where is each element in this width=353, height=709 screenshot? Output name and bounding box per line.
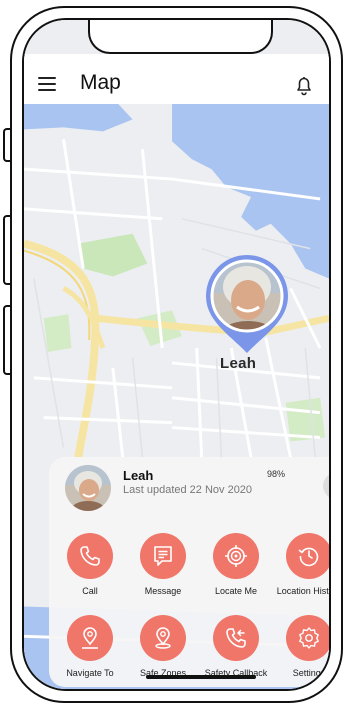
call-button[interactable]: Call (55, 533, 125, 597)
navigate-to-button[interactable]: Navigate To (55, 615, 125, 679)
target-icon (225, 545, 247, 567)
navigate-to-label: Navigate To (66, 668, 114, 678)
call-label: Call (82, 586, 98, 596)
gear-icon (299, 627, 319, 649)
phone-frame: Map Leah Leah Last updated 22 Nov 2020 9… (10, 6, 343, 703)
person-info-card: Leah Last updated 22 Nov 2020 98% Call M… (49, 457, 331, 687)
hamburger-menu-icon[interactable] (38, 77, 56, 91)
message-label: Message (144, 586, 182, 596)
history-icon (298, 547, 319, 567)
phone-icon (80, 546, 100, 566)
safety-callback-button[interactable]: Safety Callback (201, 615, 271, 679)
location-history-label: Location History (276, 586, 329, 596)
battery-status: 98% (267, 469, 285, 479)
battery-percent: 98% (267, 469, 286, 479)
settings-button[interactable]: Settings (274, 615, 329, 679)
app-screen: Map Leah Leah Last updated 22 Nov 2020 9… (22, 18, 331, 691)
safe-zone-pin-icon (155, 627, 171, 649)
location-pin[interactable] (204, 253, 290, 363)
message-button[interactable]: Message (128, 533, 198, 597)
page-title: Map (80, 71, 121, 94)
pin-name-label: Leah (220, 355, 257, 372)
last-updated-text: Last updated 22 Nov 2020 (123, 484, 253, 496)
locate-me-label: Locate Me (214, 586, 258, 596)
avatar (65, 465, 111, 511)
settings-label: Settings (292, 668, 326, 678)
locate-me-button[interactable]: Locate Me (201, 533, 271, 597)
safe-zones-button[interactable]: Safe Zones (128, 615, 198, 679)
person-name: Leah (123, 468, 154, 483)
home-indicator (146, 675, 256, 679)
callback-phone-icon (226, 628, 246, 648)
close-icon (323, 473, 331, 499)
top-app-bar: Map (24, 54, 329, 104)
location-history-button[interactable]: Location History (274, 533, 329, 597)
close-button[interactable] (323, 473, 331, 499)
message-icon (154, 546, 172, 566)
navigate-pin-icon (82, 627, 98, 649)
bell-icon[interactable] (293, 74, 315, 96)
phone-notch (88, 20, 273, 54)
